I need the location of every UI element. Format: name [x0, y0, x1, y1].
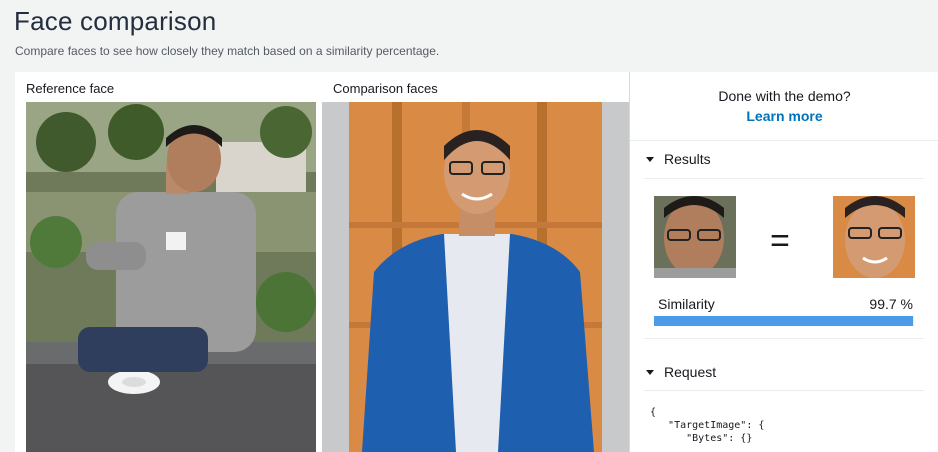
similarity-label: Similarity	[658, 296, 715, 312]
demo-callout: Done with the demo? Learn more	[630, 72, 938, 141]
caret-down-icon	[646, 369, 654, 375]
page-title: Face comparison	[14, 6, 217, 36]
demo-text: Done with the demo?	[718, 88, 851, 104]
request-code: { "TargetImage": { "Bytes": {}	[650, 407, 765, 444]
image-comparison-panel: Reference face Comparison faces	[15, 72, 629, 452]
similarity-value: 99.7 %	[869, 296, 913, 312]
similarity-bar	[654, 316, 914, 326]
request-section-toggle[interactable]: Request	[646, 364, 716, 380]
reference-face-label: Reference face	[26, 81, 115, 96]
results-end-divider	[644, 338, 924, 339]
comparison-photo	[322, 102, 629, 452]
reference-photo	[26, 102, 316, 452]
page-subtitle: Compare faces to see how closely they ma…	[15, 44, 440, 58]
comparison-face-thumbnail	[833, 196, 915, 278]
results-divider	[644, 178, 924, 179]
comparison-image[interactable]	[322, 102, 629, 452]
similarity-bar-fill	[654, 316, 914, 326]
comparison-faces-label: Comparison faces	[333, 81, 438, 96]
demo-sidebar: Done with the demo? Learn more Results =…	[629, 72, 938, 452]
learn-more-link[interactable]: Learn more	[630, 108, 938, 124]
request-divider	[644, 390, 924, 391]
results-header: Results	[664, 151, 711, 167]
caret-down-icon	[646, 156, 654, 162]
reference-face-thumbnail	[654, 196, 736, 278]
reference-image[interactable]	[26, 102, 316, 452]
request-header: Request	[664, 364, 717, 380]
results-section-toggle[interactable]: Results	[646, 151, 711, 167]
equals-symbol: =	[770, 222, 790, 260]
